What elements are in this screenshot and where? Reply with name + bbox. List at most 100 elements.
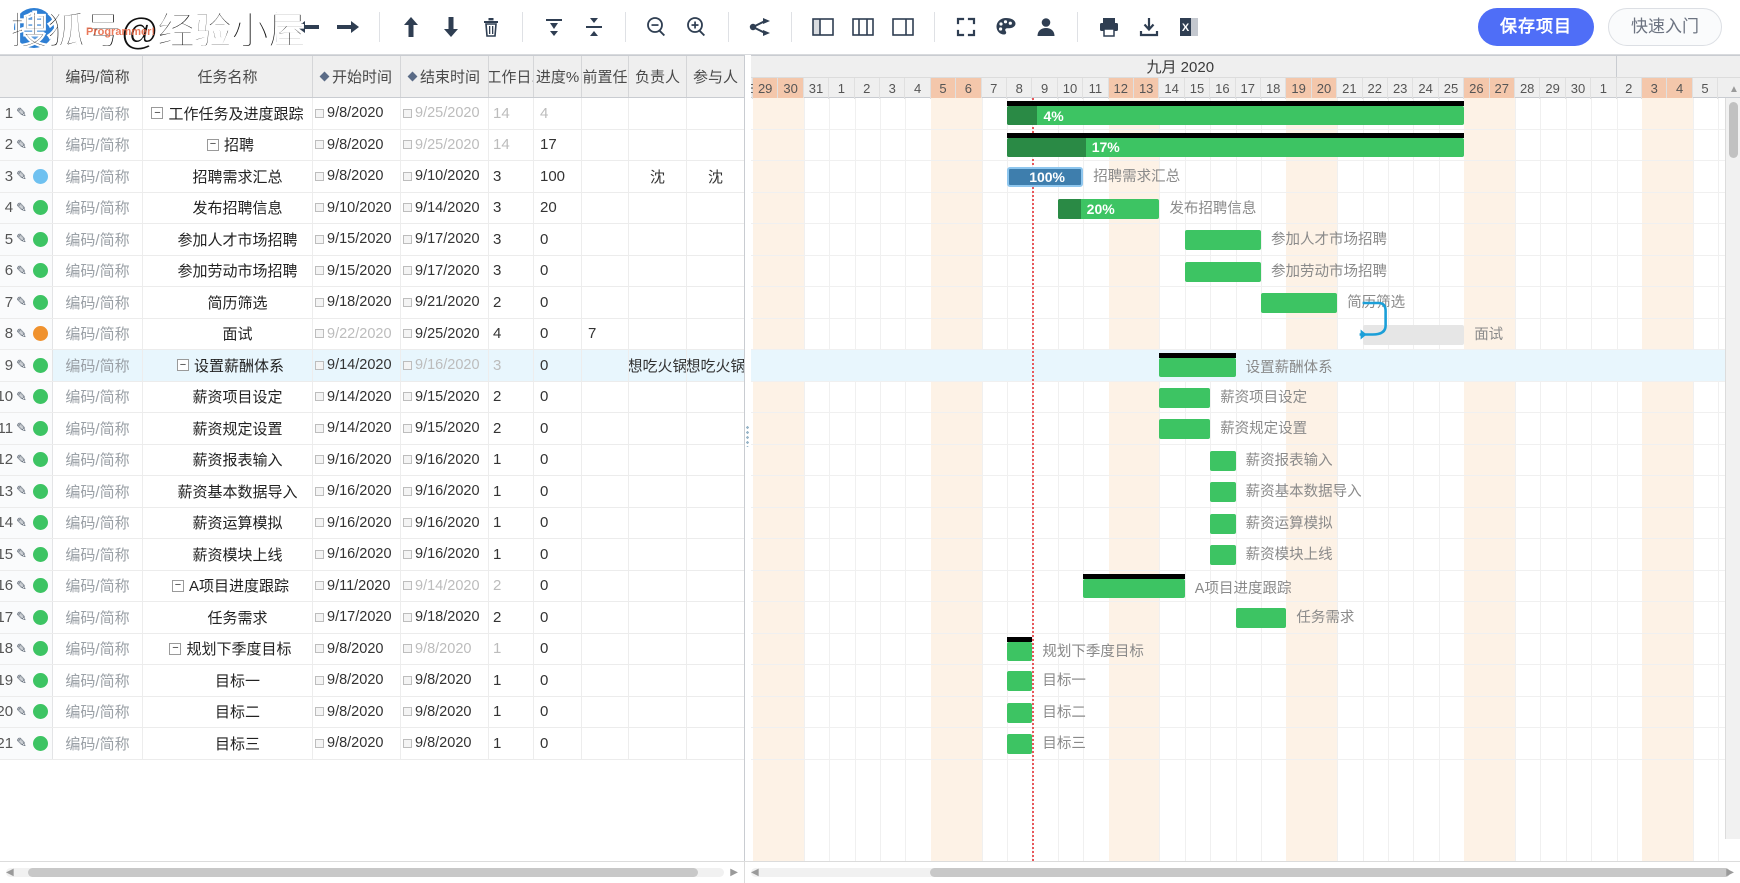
task-name-cell[interactable]: 目标二: [143, 697, 313, 728]
start-date-cell[interactable]: 9/16/2020: [313, 445, 401, 476]
column-header-name[interactable]: 任务名称: [143, 56, 313, 97]
start-date-cell[interactable]: 9/8/2020: [313, 130, 401, 161]
task-name-cell[interactable]: 薪资报表输入: [143, 445, 313, 476]
progress-cell[interactable]: 0: [534, 382, 582, 413]
table-row[interactable]: 20✎编码/简称目标二9/8/20209/8/202010: [0, 697, 744, 729]
task-name-cell[interactable]: 发布招聘信息: [143, 193, 313, 224]
row-index-cell[interactable]: 14✎: [0, 508, 53, 539]
vertical-scroll-thumb[interactable]: [1729, 102, 1738, 158]
participant-cell[interactable]: [687, 476, 745, 507]
task-name-cell[interactable]: −工作任务及进度跟踪: [143, 98, 313, 129]
task-name-cell[interactable]: −规划下季度目标: [143, 634, 313, 665]
row-index-cell[interactable]: 12✎: [0, 445, 53, 476]
gantt-bar[interactable]: [1236, 608, 1287, 628]
end-date-cell[interactable]: 9/8/2020: [401, 665, 489, 696]
layout-split-icon[interactable]: [846, 10, 880, 44]
owner-cell[interactable]: [629, 697, 687, 728]
fullscreen-icon[interactable]: [949, 10, 983, 44]
status-dot[interactable]: [33, 169, 48, 184]
duration-cell[interactable]: 3: [489, 193, 534, 224]
owner-cell[interactable]: [629, 665, 687, 696]
progress-cell[interactable]: 0: [534, 350, 582, 381]
table-row[interactable]: 4✎编码/简称发布招聘信息9/10/20209/14/2020320: [0, 193, 744, 225]
task-name-cell[interactable]: −招聘: [143, 130, 313, 161]
predecessor-cell[interactable]: [582, 413, 629, 444]
code-cell[interactable]: 编码/简称: [53, 98, 143, 129]
status-dot[interactable]: [33, 704, 48, 719]
predecessor-cell[interactable]: [582, 193, 629, 224]
participant-cell[interactable]: 想吃火锅: [687, 350, 745, 381]
owner-cell[interactable]: [629, 728, 687, 759]
task-name-cell[interactable]: 参加劳动市场招聘: [143, 256, 313, 287]
table-row[interactable]: 9✎编码/简称−设置薪酬体系9/14/20209/16/202030想吃火锅想吃…: [0, 350, 744, 382]
date-picker-icon[interactable]: [315, 361, 324, 370]
scroll-right-icon[interactable]: ▶: [730, 867, 738, 878]
status-dot[interactable]: [33, 326, 48, 341]
participant-cell[interactable]: [687, 382, 745, 413]
column-header-pred[interactable]: 前置任: [582, 56, 629, 97]
collapse-toggle-icon[interactable]: −: [177, 359, 189, 371]
download-icon[interactable]: [1132, 10, 1166, 44]
date-picker-icon[interactable]: [315, 676, 324, 685]
gantt-row[interactable]: [745, 697, 1740, 729]
owner-cell[interactable]: [629, 476, 687, 507]
owner-cell[interactable]: [629, 508, 687, 539]
code-cell[interactable]: 编码/简称: [53, 539, 143, 570]
code-cell[interactable]: 编码/简称: [53, 382, 143, 413]
gantt-bar[interactable]: [1007, 642, 1032, 661]
gantt-bar[interactable]: [1007, 703, 1032, 723]
gantt-horizontal-scrollbar[interactable]: ◀ ▶: [745, 862, 1740, 883]
end-date-cell[interactable]: 9/17/2020: [401, 224, 489, 255]
participant-cell[interactable]: [687, 571, 745, 602]
sort-diamond-icon[interactable]: [408, 72, 418, 82]
task-name-cell[interactable]: 任务需求: [143, 602, 313, 633]
date-picker-icon[interactable]: [403, 707, 412, 716]
code-cell[interactable]: 编码/简称: [53, 287, 143, 318]
participant-cell[interactable]: [687, 697, 745, 728]
edit-pencil-icon[interactable]: ✎: [16, 420, 27, 436]
column-header-dur[interactable]: 工作日.: [489, 56, 534, 97]
gantt-row[interactable]: [745, 445, 1740, 477]
column-header-end[interactable]: 结束时间: [401, 56, 489, 97]
duration-cell[interactable]: 1: [489, 697, 534, 728]
date-picker-icon[interactable]: [315, 266, 324, 275]
duration-cell[interactable]: 3: [489, 350, 534, 381]
trash-icon[interactable]: [474, 10, 508, 44]
start-date-cell[interactable]: 9/8/2020: [313, 728, 401, 759]
edit-pencil-icon[interactable]: ✎: [16, 357, 27, 373]
date-picker-icon[interactable]: [403, 266, 412, 275]
status-dot[interactable]: [33, 358, 48, 373]
progress-cell[interactable]: 0: [534, 571, 582, 602]
status-dot[interactable]: [33, 547, 48, 562]
table-row[interactable]: 19✎编码/简称目标一9/8/20209/8/202010: [0, 665, 744, 697]
task-name-cell[interactable]: 薪资运算模拟: [143, 508, 313, 539]
owner-cell[interactable]: [629, 413, 687, 444]
predecessor-cell[interactable]: [582, 98, 629, 129]
predecessor-cell[interactable]: [582, 224, 629, 255]
arrow-down-icon[interactable]: [434, 10, 468, 44]
owner-cell[interactable]: [629, 445, 687, 476]
task-name-cell[interactable]: 招聘需求汇总: [143, 161, 313, 192]
gantt-bar[interactable]: [1185, 262, 1261, 282]
edit-pencil-icon[interactable]: ✎: [16, 200, 27, 216]
pane-splitter[interactable]: [745, 55, 751, 861]
arrow-left-icon[interactable]: [291, 10, 325, 44]
start-date-cell[interactable]: 9/17/2020: [313, 602, 401, 633]
code-cell[interactable]: 编码/简称: [53, 193, 143, 224]
end-date-cell[interactable]: 9/15/2020: [401, 413, 489, 444]
edit-pencil-icon[interactable]: ✎: [16, 515, 27, 531]
start-date-cell[interactable]: 9/8/2020: [313, 634, 401, 665]
duration-cell[interactable]: 1: [489, 539, 534, 570]
edit-pencil-icon[interactable]: ✎: [16, 452, 27, 468]
code-cell[interactable]: 编码/简称: [53, 476, 143, 507]
date-picker-icon[interactable]: [403, 613, 412, 622]
edit-pencil-icon[interactable]: ✎: [16, 326, 27, 342]
predecessor-cell[interactable]: [582, 508, 629, 539]
table-row[interactable]: 14✎编码/简称薪资运算模拟9/16/20209/16/202010: [0, 508, 744, 540]
participant-cell[interactable]: [687, 602, 745, 633]
edit-pencil-icon[interactable]: ✎: [16, 704, 27, 720]
start-date-cell[interactable]: 9/18/2020: [313, 287, 401, 318]
date-picker-icon[interactable]: [315, 581, 324, 590]
gantt-bar[interactable]: [1007, 734, 1032, 754]
code-cell[interactable]: 编码/简称: [53, 319, 143, 350]
